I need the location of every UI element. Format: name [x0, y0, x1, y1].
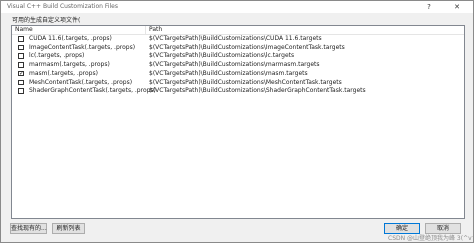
column-header-path[interactable]: Path — [149, 26, 162, 34]
list-item[interactable]: lc(.targets, .props) $(VCTargetsPath)\Bu… — [12, 52, 464, 61]
item-name: CUDA 11.6(.targets, .props) — [29, 35, 112, 42]
item-name: lc(.targets, .props) — [29, 52, 85, 60]
item-path: $(VCTargetsPath)\BuildCustomizations\mar… — [149, 61, 320, 69]
checkbox[interactable]: ✓ — [18, 71, 24, 77]
checkbox[interactable] — [18, 88, 24, 94]
list-item[interactable]: marmasm(.targets, .props) $(VCTargetsPat… — [12, 61, 464, 70]
checkbox[interactable] — [18, 62, 24, 68]
list-item[interactable]: ✓ masm(.targets, .props) $(VCTargetsPath… — [12, 70, 464, 79]
column-header-name[interactable]: Name — [15, 26, 33, 34]
build-customization-dialog: Visual C++ Build Customization Files ? ✕… — [0, 0, 474, 243]
column-divider[interactable] — [145, 26, 146, 34]
list-item[interactable]: ShaderGraphContentTask(.targets, .props)… — [12, 87, 464, 96]
item-name: ImageContentTask(.targets, .props) — [29, 43, 136, 51]
checkbox[interactable] — [18, 53, 24, 59]
window-title: Visual C++ Build Customization Files — [7, 3, 118, 10]
item-name: ShaderGraphContentTask(.targets, .props) — [29, 87, 156, 95]
item-path: $(VCTargetsPath)\BuildCustomizations\Sha… — [149, 87, 366, 95]
refresh-list-button[interactable]: 刷新列表 — [52, 223, 85, 234]
list-item[interactable]: MeshContentTask(.targets, .props) $(VCTa… — [12, 79, 464, 88]
item-path: $(VCTargetsPath)\BuildCustomizations\lc.… — [149, 52, 295, 60]
find-existing-button[interactable]: 查找现有的... — [10, 223, 47, 234]
close-button[interactable]: ✕ — [441, 1, 473, 13]
dialog-subtitle: 可用的生成自定义项文件( — [12, 17, 81, 24]
item-name: masm(.targets, .props) — [29, 69, 98, 77]
item-path: $(VCTargetsPath)\BuildCustomizations\Ima… — [149, 43, 345, 51]
title-bar: Visual C++ Build Customization Files ? ✕ — [1, 1, 473, 13]
checkbox[interactable] — [18, 44, 24, 51]
customization-files-list[interactable]: Name Path CUDA 11.6(.targets, .props) $(… — [11, 25, 465, 219]
item-path: $(VCTargetsPath)\BuildCustomizations\Mes… — [149, 78, 342, 86]
checkbox[interactable] — [18, 36, 24, 42]
item-name: MeshContentTask(.targets, .props) — [29, 78, 133, 86]
help-button[interactable]: ? — [420, 1, 438, 13]
item-path: $(VCTargetsPath)\BuildCustomizations\CUD… — [149, 35, 322, 42]
item-name: marmasm(.targets, .props) — [29, 61, 110, 69]
list-item[interactable]: ImageContentTask(.targets, .props) $(VCT… — [12, 44, 464, 53]
item-path: $(VCTargetsPath)\BuildCustomizations\mas… — [149, 69, 308, 77]
list-item[interactable]: CUDA 11.6(.targets, .props) $(VCTargetsP… — [12, 35, 464, 44]
list-header: Name Path — [12, 26, 464, 35]
watermark: CSDN @山登绝顶我为峰 3(^v^)3 — [388, 235, 474, 242]
checkbox[interactable] — [18, 79, 24, 85]
